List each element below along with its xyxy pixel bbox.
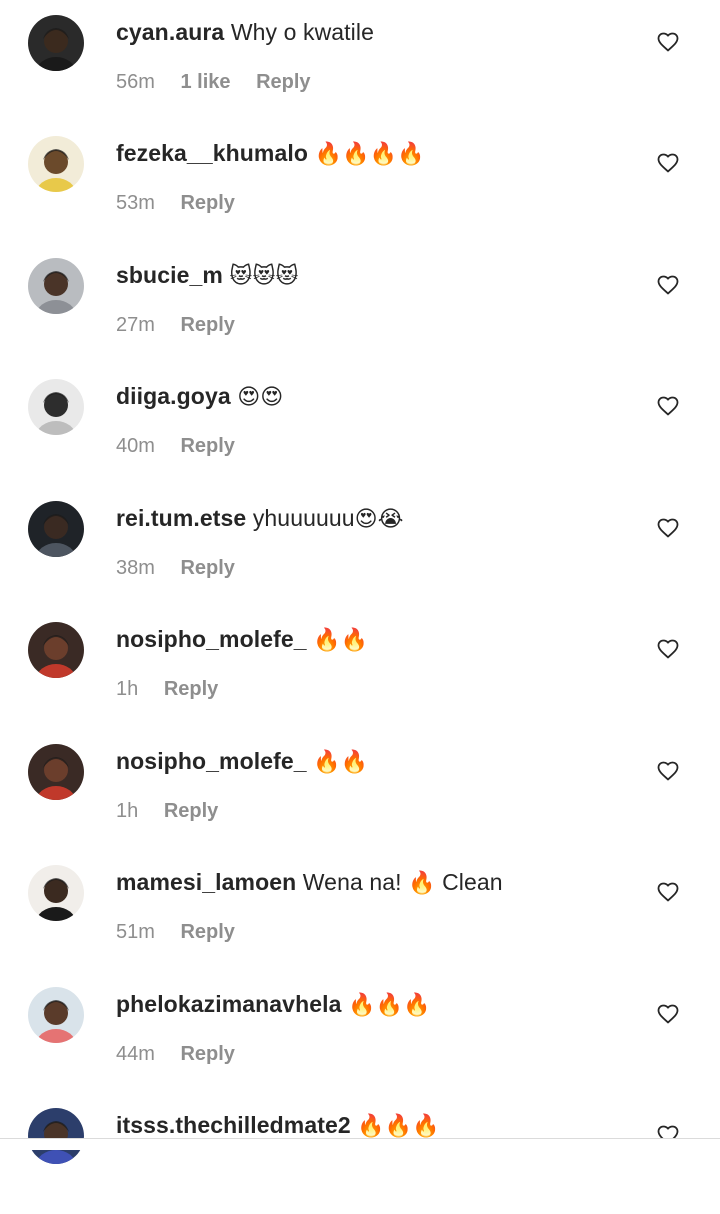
comment-meta: 51m Reply — [116, 919, 235, 945]
heart-icon[interactable] — [656, 759, 680, 783]
comment-meta — [116, 1162, 136, 1188]
comment-row: nosipho_molefe_ 🔥🔥 1h Reply — [0, 729, 720, 850]
reply-button[interactable]: Reply — [180, 557, 234, 579]
username[interactable]: nosipho_molefe_ — [116, 748, 307, 774]
heart-icon[interactable] — [656, 273, 680, 297]
comment-line: rei.tum.etse yhuuuuuu😍😭 — [116, 503, 404, 535]
comment-meta: 27m Reply — [116, 312, 235, 338]
username[interactable]: sbucie_m — [116, 262, 223, 288]
heart-icon[interactable] — [656, 880, 680, 904]
avatar[interactable] — [28, 1108, 84, 1164]
heart-icon[interactable] — [656, 1002, 680, 1026]
heart-icon[interactable] — [656, 30, 680, 54]
comment-line: sbucie_m 😻😻😻 — [116, 260, 299, 292]
comment-time: 51m — [116, 921, 155, 943]
avatar[interactable] — [28, 744, 84, 800]
username[interactable]: nosipho_molefe_ — [116, 626, 307, 652]
comment-time: 1h — [116, 678, 139, 700]
reply-button[interactable]: Reply — [164, 678, 218, 700]
comment-row: cyan.aura Why o kwatile 56m 1 like Reply — [0, 0, 720, 121]
comment-meta: 56m 1 like Reply — [116, 69, 311, 95]
reply-button[interactable]: Reply — [180, 1043, 234, 1065]
heart-icon[interactable] — [656, 151, 680, 175]
comment-row: diiga.goya 😍😍 40m Reply — [0, 364, 720, 485]
comment-meta: 53m Reply — [116, 190, 235, 216]
comment-line: nosipho_molefe_ 🔥🔥 — [116, 746, 368, 778]
username[interactable]: mamesi_lamoen — [116, 869, 296, 895]
comment-row: phelokazimanavhela 🔥🔥🔥 44m Reply — [0, 972, 720, 1093]
comment-emoji: 🔥 — [408, 871, 436, 896]
comment-meta: 1h Reply — [116, 676, 218, 702]
reply-button[interactable]: Reply — [180, 192, 234, 214]
comment-emoji: 🔥🔥🔥🔥 — [314, 142, 425, 167]
comment-meta: 1h Reply — [116, 798, 218, 824]
reply-button[interactable]: Reply — [256, 71, 310, 93]
comment-emoji: 🔥🔥 — [313, 628, 369, 653]
comment-time: 38m — [116, 557, 155, 579]
comment-time: 40m — [116, 435, 155, 457]
comment-meta: 44m Reply — [116, 1041, 235, 1067]
comment-row: rei.tum.etse yhuuuuuu😍😭 38m Reply — [0, 486, 720, 607]
username[interactable]: fezeka__khumalo — [116, 140, 308, 166]
heart-icon[interactable] — [656, 637, 680, 661]
username[interactable]: cyan.aura — [116, 19, 224, 45]
avatar[interactable] — [28, 501, 84, 557]
reply-button[interactable]: Reply — [164, 800, 218, 822]
username[interactable]: rei.tum.etse — [116, 505, 246, 531]
comment-row: nosipho_molefe_ 🔥🔥 1h Reply — [0, 607, 720, 728]
heart-icon[interactable] — [656, 394, 680, 418]
comment-time: 27m — [116, 314, 155, 336]
comment-line: nosipho_molefe_ 🔥🔥 — [116, 624, 368, 656]
reply-button[interactable]: Reply — [180, 435, 234, 457]
comment-meta: 40m Reply — [116, 433, 235, 459]
avatar[interactable] — [28, 987, 84, 1043]
avatar[interactable] — [28, 258, 84, 314]
comment-time: 56m — [116, 71, 155, 93]
comment-row: sbucie_m 😻😻😻 27m Reply — [0, 243, 720, 364]
avatar[interactable] — [28, 379, 84, 435]
comment-text-after: Clean — [435, 869, 503, 895]
comment-row: mamesi_lamoen Wena na! 🔥 Clean 51m Reply — [0, 850, 720, 971]
reply-button[interactable]: Reply — [180, 314, 234, 336]
comment-row: itsss.thechilledmate2 🔥🔥🔥 — [0, 1093, 720, 1214]
heart-icon[interactable] — [656, 516, 680, 540]
username[interactable]: phelokazimanavhela — [116, 991, 342, 1017]
comment-emoji: 😻😻😻 — [229, 264, 299, 289]
comment-text: yhuuuuuu — [252, 505, 355, 531]
reply-button[interactable]: Reply — [180, 921, 234, 943]
comment-meta: 38m Reply — [116, 555, 235, 581]
comment-line: cyan.aura Why o kwatile — [116, 17, 374, 49]
comment-time: 44m — [116, 1043, 155, 1065]
bottom-divider — [0, 1138, 720, 1150]
comment-text: Why o kwatile — [230, 19, 374, 45]
comment-text: Wena na! — [302, 869, 409, 895]
likes-count[interactable]: 1 like — [180, 71, 230, 93]
username[interactable]: diiga.goya — [116, 383, 231, 409]
comment-emoji: 🔥🔥 — [313, 750, 369, 775]
username[interactable]: itsss.thechilledmate2 — [116, 1112, 351, 1138]
avatar[interactable] — [28, 136, 84, 192]
comment-line: mamesi_lamoen Wena na! 🔥 Clean — [116, 867, 503, 899]
comment-emoji: 🔥🔥🔥 — [348, 993, 431, 1018]
avatar[interactable] — [28, 865, 84, 921]
comment-emoji: 😍😍 — [237, 385, 284, 410]
comment-line: diiga.goya 😍😍 — [116, 381, 283, 413]
avatar[interactable] — [28, 622, 84, 678]
comment-row: fezeka__khumalo 🔥🔥🔥🔥 53m Reply — [0, 121, 720, 242]
comment-time: 1h — [116, 800, 139, 822]
comment-emoji: 😍😭 — [354, 507, 404, 532]
comment-line: phelokazimanavhela 🔥🔥🔥 — [116, 989, 430, 1021]
comment-time: 53m — [116, 192, 155, 214]
comment-emoji: 🔥🔥🔥 — [357, 1114, 440, 1139]
avatar[interactable] — [28, 15, 84, 71]
comment-line: fezeka__khumalo 🔥🔥🔥🔥 — [116, 138, 424, 170]
